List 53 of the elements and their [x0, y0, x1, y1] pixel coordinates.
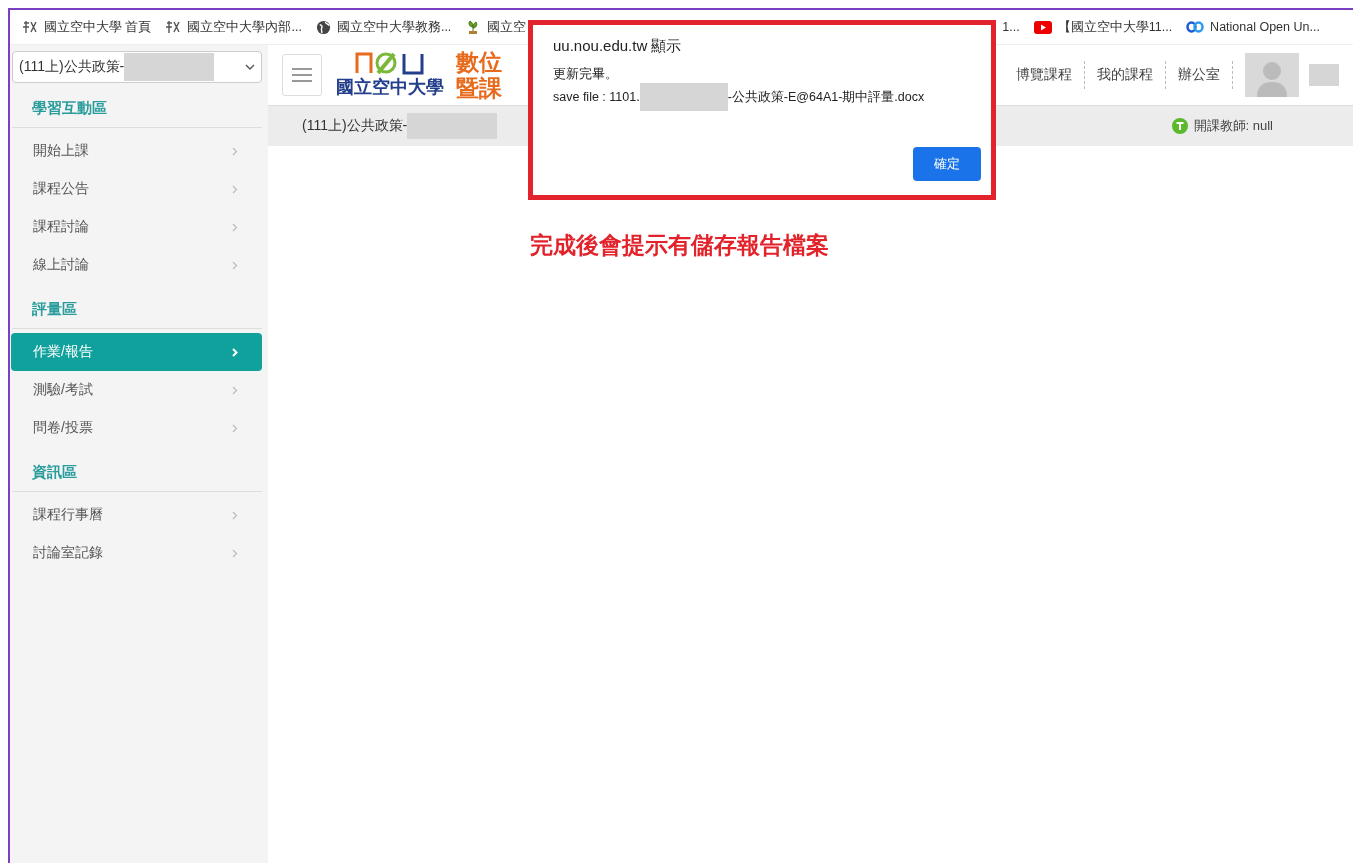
chevron-right-icon	[232, 347, 238, 357]
redaction-block	[1309, 64, 1339, 86]
nav-link[interactable]: 博覽課程	[1004, 61, 1085, 89]
section-heading: 學習互動區	[31, 97, 108, 118]
video-play-icon	[1033, 20, 1052, 34]
dialog-message: -公共政策-E@64A1-期中評量.docx	[727, 88, 925, 106]
chevron-right-icon	[232, 146, 238, 156]
menu-button[interactable]	[282, 54, 322, 96]
menu-item[interactable]: 線上討論	[11, 246, 262, 284]
bookmark-link[interactable]: 國立空中大學 首頁	[22, 18, 152, 36]
bookmark-link[interactable]: 國立空	[465, 18, 527, 36]
dialog-message: save file : 1101.	[553, 88, 640, 106]
menu-item[interactable]: 問卷/投票	[11, 409, 262, 447]
seal-icon	[165, 20, 182, 34]
user-silhouette-icon	[1255, 59, 1289, 97]
site-title: 數位 暨課	[456, 49, 502, 101]
bookmark-link[interactable]: National Open Un...	[1186, 20, 1320, 34]
menu-item[interactable]: 課程公告	[11, 170, 262, 208]
menu-item[interactable]: 課程行事曆	[11, 496, 262, 534]
bookmark-link[interactable]: 國立空中大學教務...	[315, 18, 452, 36]
nav-link[interactable]: 辦公室	[1166, 61, 1233, 89]
chevron-right-icon	[232, 260, 238, 270]
dialog-message: 更新完畢。	[553, 66, 619, 83]
menu-icon	[291, 67, 313, 83]
section-heading: 資訊區	[31, 461, 78, 482]
course-select[interactable]: (111上)公共政策-	[12, 51, 262, 83]
chevron-right-icon	[232, 184, 238, 194]
chevron-right-icon	[232, 385, 238, 395]
course-title: (111上)公共政策-	[302, 117, 408, 135]
nav-link[interactable]: 我的課程	[1085, 61, 1166, 89]
chevron-right-icon	[232, 510, 238, 520]
teacher-label: 開課教師: null	[1193, 117, 1273, 135]
menu-item[interactable]: 課程討論	[11, 208, 262, 246]
chevron-right-icon	[232, 222, 238, 232]
globe-icon	[315, 19, 331, 35]
chevron-right-icon	[232, 423, 238, 433]
section-heading: 評量區	[31, 298, 78, 319]
teacher-badge-icon	[1171, 118, 1188, 134]
bookmark-link[interactable]: 【國立空中大學11...	[1033, 18, 1173, 36]
seal-icon	[22, 20, 38, 34]
annotation-text: 完成後會提示有儲存報告檔案	[530, 231, 829, 260]
menu-item[interactable]: 開始上課	[11, 132, 262, 170]
menu-item[interactable]: 討論室記錄	[11, 534, 262, 572]
logo-text: 國立空中大學	[336, 76, 444, 99]
chevron-down-icon	[245, 64, 255, 70]
loops-icon	[1186, 21, 1205, 33]
confirm-button[interactable]: 確定	[913, 147, 981, 181]
chevron-right-icon	[232, 548, 238, 558]
bookmark-link[interactable]: 國立空中大學內部...	[165, 18, 302, 36]
menu-item[interactable]: 測驗/考試	[11, 371, 262, 409]
bookmark-link[interactable]: 1...	[1002, 20, 1020, 34]
dialog-title: uu.nou.edu.tw 顯示	[553, 37, 683, 56]
logo-icon	[354, 51, 426, 75]
